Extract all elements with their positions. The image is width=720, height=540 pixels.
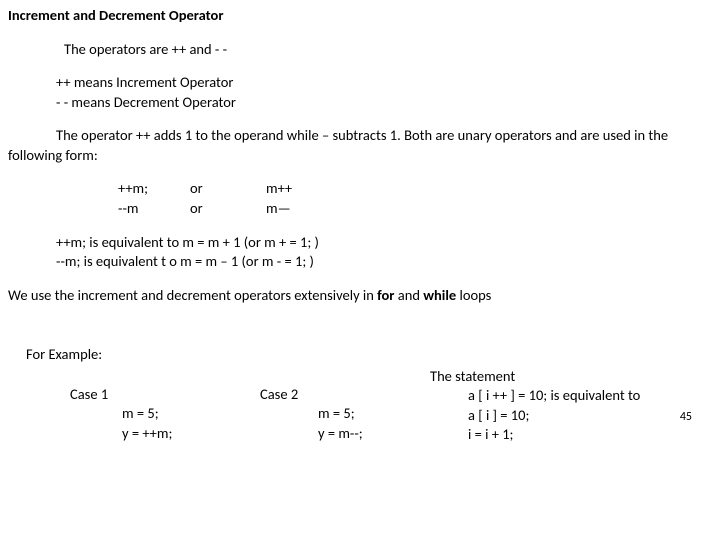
for-example-label: For Example: [8, 345, 712, 365]
def-increment: ++ means Increment Operator [8, 73, 712, 93]
usage-and: and [398, 286, 423, 304]
cell: m— [266, 199, 326, 219]
description-text: The operator ++ adds 1 to the operand wh… [8, 126, 668, 164]
case2-line2: y = m--; [260, 424, 430, 444]
case2-line1: m = 5; [260, 404, 430, 424]
cell: ++m; [118, 179, 190, 199]
intro-text: The operators are ++ and - - [8, 40, 712, 60]
statement-line2: a [ i ] = 10; [468, 406, 680, 426]
usage-text: We use the increment and decrement opera… [8, 286, 377, 304]
statement-heading: The statement [430, 367, 712, 387]
statement-line3: i = i + 1; [430, 425, 712, 445]
examples-row: Case 1 m = 5; y = ++m; Case 2 m = 5; y =… [8, 367, 712, 445]
equivalence-2: --m; is equivalent t o m = m – 1 (or m -… [8, 252, 712, 272]
usage-sentence: We use the increment and decrement opera… [8, 286, 712, 306]
statement-line1: a [ i ++ ] = 10; is equivalent to [430, 386, 712, 406]
equivalence-1: ++m; is equivalent to m = m + 1 (or m + … [8, 233, 712, 253]
usage-post: loops [460, 286, 492, 304]
page-title: Increment and Decrement Operator [8, 6, 712, 26]
page-number: 45 [680, 409, 712, 425]
cell: or [190, 199, 266, 219]
usage-while: while [423, 286, 459, 304]
cell: or [190, 179, 266, 199]
cell: m++ [266, 179, 326, 199]
case2-title: Case 2 [260, 385, 430, 405]
def-decrement: - - means Decrement Operator [8, 93, 712, 113]
case1-line1: m = 5; [70, 404, 260, 424]
usage-for: for [377, 286, 398, 304]
operator-forms-table: ++m; or m++ --m or m— [8, 179, 712, 218]
case1-title: Case 1 [70, 385, 260, 405]
cell: --m [118, 199, 190, 219]
description-para: The operator ++ adds 1 to the operand wh… [8, 126, 712, 165]
case1-line2: y = ++m; [70, 424, 260, 444]
